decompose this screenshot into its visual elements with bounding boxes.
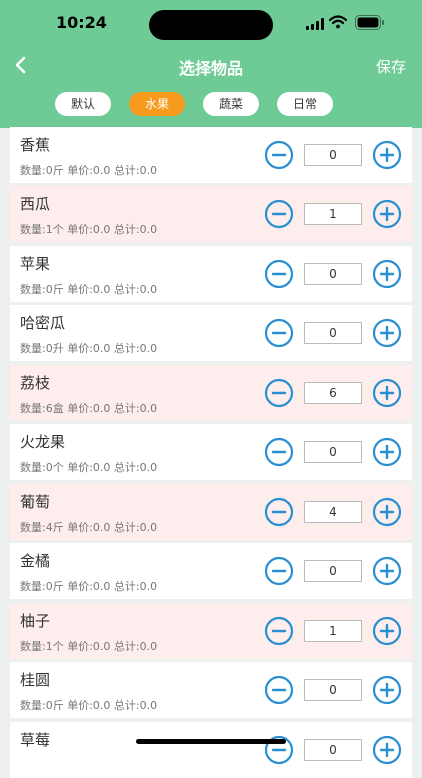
dynamic-island	[149, 10, 273, 40]
item-name: 西瓜	[20, 195, 51, 213]
quantity-field[interactable]: 6	[304, 382, 362, 404]
home-indicator	[136, 739, 286, 744]
status-time: 10:24	[56, 13, 107, 32]
plus-icon[interactable]	[372, 199, 402, 229]
tab-daily[interactable]: 日常	[277, 92, 333, 116]
battery-icon	[355, 15, 384, 30]
item-name: 哈密瓜	[20, 314, 66, 332]
tab-vegetable[interactable]: 蔬菜	[203, 92, 259, 116]
item-info: 数量:0斤 单价:0.0 总计:0.0	[20, 699, 158, 712]
item-info: 数量:1个 单价:0.0 总计:0.0	[20, 640, 158, 653]
minus-icon[interactable]	[264, 556, 294, 586]
item-row: 草莓 0	[10, 722, 412, 778]
item-row: 柚子数量:1个 单价:0.0 总计:0.0 1	[10, 603, 412, 659]
item-name: 桂圆	[20, 671, 51, 689]
quantity-field[interactable]: 1	[304, 203, 362, 225]
plus-icon[interactable]	[372, 378, 402, 408]
item-name: 荔枝	[20, 374, 51, 392]
item-name: 火龙果	[20, 433, 66, 451]
item-row: 哈密瓜数量:0升 单价:0.0 总计:0.0 0	[10, 305, 412, 361]
item-row: 金橘数量:0斤 单价:0.0 总计:0.0 0	[10, 543, 412, 599]
plus-icon[interactable]	[372, 497, 402, 527]
category-tabs: 默认 水果 蔬菜 日常	[0, 92, 422, 118]
plus-icon[interactable]	[372, 675, 402, 705]
quantity-field[interactable]: 1	[304, 620, 362, 642]
plus-icon[interactable]	[372, 556, 402, 586]
plus-icon[interactable]	[372, 140, 402, 170]
item-name: 金橘	[20, 552, 51, 570]
wifi-icon	[329, 15, 347, 29]
minus-icon[interactable]	[264, 675, 294, 705]
plus-icon[interactable]	[372, 616, 402, 646]
item-row: 香蕉数量:0斤 单价:0.0 总计:0.0 0	[10, 127, 412, 183]
item-row: 苹果数量:0斤 单价:0.0 总计:0.0 0	[10, 246, 412, 302]
item-info: 数量:0升 单价:0.0 总计:0.0	[20, 342, 158, 355]
status-bar: 10:24	[0, 0, 422, 46]
quantity-field[interactable]: 4	[304, 501, 362, 523]
item-row: 火龙果数量:0个 单价:0.0 总计:0.0 0	[10, 424, 412, 480]
item-info: 数量:0斤 单价:0.0 总计:0.0	[20, 164, 158, 177]
minus-icon[interactable]	[264, 497, 294, 527]
item-name: 苹果	[20, 255, 51, 273]
item-info: 数量:0斤 单价:0.0 总计:0.0	[20, 283, 158, 296]
item-row: 荔枝数量:6盒 单价:0.0 总计:0.0 6	[10, 365, 412, 421]
header-bar: 10:24 选择物品 保存 默认 水果 蔬菜 日常	[0, 0, 422, 128]
cellular-signal-icon	[306, 18, 326, 30]
minus-icon[interactable]	[264, 378, 294, 408]
plus-icon[interactable]	[372, 437, 402, 467]
save-button[interactable]: 保存	[376, 56, 406, 77]
item-row: 葡萄数量:4斤 单价:0.0 总计:0.0 4	[10, 484, 412, 540]
plus-icon[interactable]	[372, 318, 402, 348]
item-row: 桂圆数量:0斤 单价:0.0 总计:0.0 0	[10, 662, 412, 718]
item-info: 数量:0斤 单价:0.0 总计:0.0	[20, 580, 158, 593]
item-info: 数量:6盒 单价:0.0 总计:0.0	[20, 402, 158, 415]
quantity-field[interactable]: 0	[304, 560, 362, 582]
quantity-field[interactable]: 0	[304, 263, 362, 285]
quantity-field[interactable]: 0	[304, 739, 362, 761]
page-title: 选择物品	[178, 59, 243, 78]
quantity-field[interactable]: 0	[304, 441, 362, 463]
item-name: 葡萄	[20, 493, 51, 511]
navigation-bar: 选择物品 保存	[0, 46, 422, 86]
item-info: 数量:0个 单价:0.0 总计:0.0	[20, 461, 158, 474]
quantity-field[interactable]: 0	[304, 144, 362, 166]
item-row: 西瓜数量:1个 单价:0.0 总计:0.0 1	[10, 186, 412, 242]
item-info: 数量:1个 单价:0.0 总计:0.0	[20, 223, 158, 236]
quantity-field[interactable]: 0	[304, 679, 362, 701]
minus-icon[interactable]	[264, 259, 294, 289]
item-name: 柚子	[20, 612, 51, 630]
plus-icon[interactable]	[372, 259, 402, 289]
item-name: 香蕉	[20, 136, 51, 154]
minus-icon[interactable]	[264, 616, 294, 646]
item-name: 草莓	[20, 731, 51, 749]
quantity-field[interactable]: 0	[304, 322, 362, 344]
minus-icon[interactable]	[264, 199, 294, 229]
minus-icon[interactable]	[264, 437, 294, 467]
minus-icon[interactable]	[264, 140, 294, 170]
tab-default[interactable]: 默认	[55, 92, 111, 116]
plus-icon[interactable]	[372, 735, 402, 765]
tab-fruit[interactable]: 水果	[129, 92, 185, 116]
item-info: 数量:4斤 单价:0.0 总计:0.0	[20, 521, 158, 534]
minus-icon[interactable]	[264, 318, 294, 348]
